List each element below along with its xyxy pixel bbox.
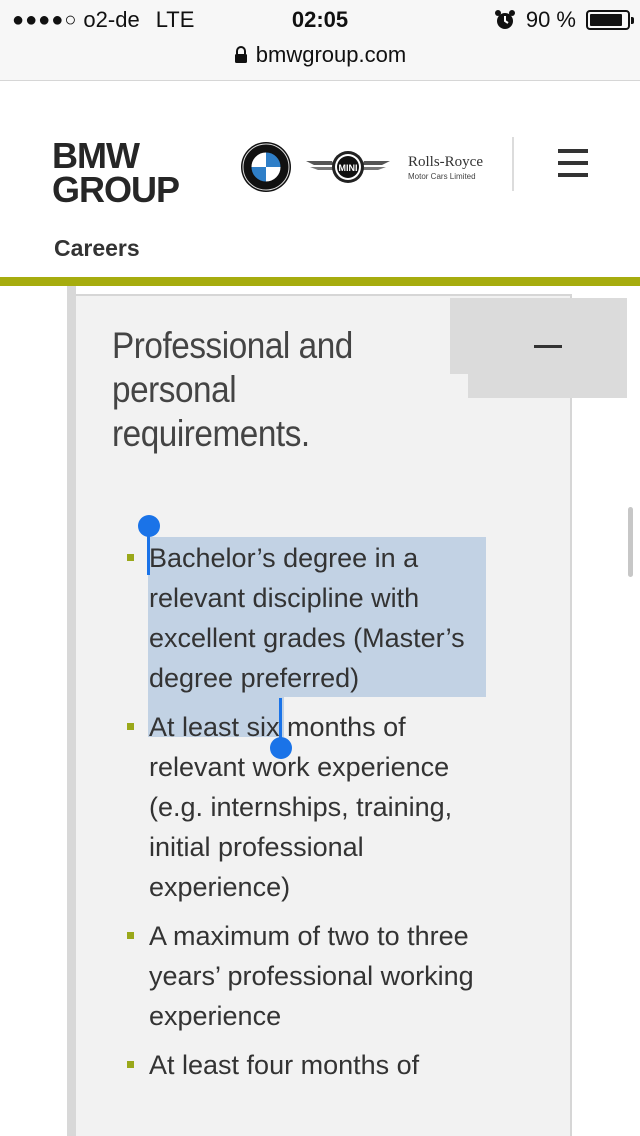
- battery-percent: 90 %: [525, 7, 576, 32]
- rolls-royce-subtitle: Motor Cars Limited: [408, 172, 476, 181]
- list-item-text: At least four months of: [149, 1050, 420, 1080]
- mini-logo-text: MINI: [339, 163, 358, 173]
- accordion-collapse-button[interactable]: [450, 298, 627, 398]
- bullet-square-icon: [127, 932, 134, 939]
- header-accent-line: [0, 277, 640, 286]
- mini-logo-icon[interactable]: MINI: [304, 147, 392, 187]
- requirements-list: Bachelor’s degree in a relevant discipli…: [124, 538, 504, 1094]
- hamburger-menu-icon[interactable]: [558, 149, 588, 177]
- bmw-group-logo[interactable]: BMW GROUP: [52, 135, 180, 210]
- list-item: Bachelor’s degree in a relevant discipli…: [124, 538, 504, 698]
- lock-icon: [234, 46, 247, 63]
- battery-level-fill: [590, 14, 623, 26]
- page-scrollbar[interactable]: [628, 507, 633, 577]
- bullet-square-icon: [127, 1061, 134, 1068]
- list-item-text: At least six months of relevant work exp…: [149, 712, 453, 902]
- bullet-square-icon: [127, 723, 134, 730]
- rolls-royce-name: Rolls-Royce: [408, 154, 483, 170]
- list-item: At least four months of: [124, 1045, 504, 1085]
- logo-line-bmw: BMW: [52, 135, 140, 176]
- selection-start-handle-knob[interactable]: [138, 515, 160, 537]
- main-content: Professional and personal requirements. …: [0, 286, 640, 1136]
- rolls-royce-logo[interactable]: Rolls-Royce Motor Cars Limited: [408, 154, 483, 181]
- url-display[interactable]: bmwgroup.com: [0, 42, 640, 68]
- list-item-text: Bachelor’s degree in a relevant discipli…: [149, 543, 465, 693]
- status-right: 90 %: [494, 7, 634, 33]
- section-label-careers[interactable]: Careers: [54, 235, 140, 262]
- browser-address-bar[interactable]: bmwgroup.com: [0, 40, 640, 81]
- accordion-title: Professional and personal requirements.: [112, 325, 353, 454]
- minus-icon: [534, 345, 562, 348]
- header-divider: [512, 137, 514, 191]
- status-bar: ●●●●○ o2-de LTE 02:05 90 %: [0, 0, 640, 40]
- bullet-square-icon: [127, 554, 134, 561]
- logo-line-group: GROUP: [52, 169, 180, 210]
- bmw-roundel-icon[interactable]: [240, 141, 292, 193]
- battery-icon: [586, 10, 634, 30]
- list-item-text: A maximum of two to three years’ profess…: [149, 921, 474, 1031]
- site-header: BMW GROUP MINI Rolls-Royce Motor Cars Li…: [0, 81, 640, 277]
- content-left-border: [67, 286, 76, 1136]
- alarm-clock-icon: [494, 10, 515, 29]
- list-item: At least six months of relevant work exp…: [124, 707, 504, 907]
- list-item: A maximum of two to three years’ profess…: [124, 916, 504, 1036]
- url-text: bmwgroup.com: [255, 42, 407, 67]
